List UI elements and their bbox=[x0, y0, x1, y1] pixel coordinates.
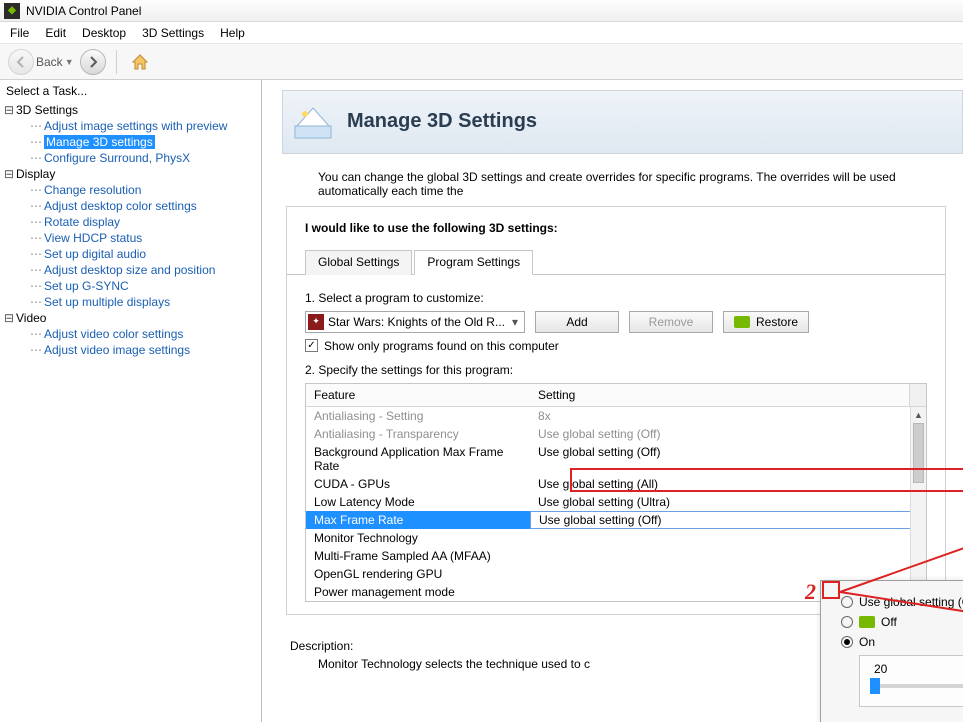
max-frame-rate-popup: Use global setting (Off) Off On 20 1000 … bbox=[820, 580, 963, 722]
scrollbar[interactable]: ▲ ▼ bbox=[910, 407, 926, 601]
table-row[interactable]: Multi-Frame Sampled AA (MFAA) bbox=[306, 547, 926, 565]
tree-link-adjust-desktop-color[interactable]: Adjust desktop color settings bbox=[44, 199, 197, 213]
step-1-label: 1. Select a program to customize: bbox=[305, 291, 927, 305]
app-icon: ◆ bbox=[4, 3, 20, 19]
table-row-max-frame-rate[interactable]: Max Frame Rate Use global setting (Off) … bbox=[306, 511, 926, 529]
tree-link-rotate-display[interactable]: Rotate display bbox=[44, 215, 120, 229]
page-header-icon bbox=[291, 102, 335, 142]
task-sidebar: Select a Task... ⊟3D Settings ⋯Adjust im… bbox=[0, 80, 262, 722]
home-button[interactable] bbox=[127, 49, 153, 75]
menubar: File Edit Desktop 3D Settings Help bbox=[0, 22, 963, 44]
program-select[interactable]: ✦ Star Wars: Knights of the Old R... ▾ bbox=[305, 311, 525, 333]
radio-on[interactable]: On bbox=[841, 635, 963, 649]
table-row[interactable]: Background Application Max Frame RateUse… bbox=[306, 443, 926, 475]
tree-link-digital-audio[interactable]: Set up digital audio bbox=[44, 247, 146, 261]
program-icon: ✦ bbox=[308, 314, 324, 330]
toolbar: Back ▼ bbox=[0, 44, 963, 80]
table-row[interactable]: Antialiasing - Setting8x bbox=[306, 407, 926, 425]
slider-min-label: 20 bbox=[874, 662, 887, 676]
menu-help[interactable]: Help bbox=[212, 24, 253, 42]
col-header-setting[interactable]: Setting bbox=[530, 384, 909, 406]
menu-file[interactable]: File bbox=[2, 24, 37, 42]
tree-link-gsync[interactable]: Set up G-SYNC bbox=[44, 279, 129, 293]
toolbar-separator bbox=[116, 50, 117, 74]
slider-thumb[interactable] bbox=[870, 678, 880, 694]
task-header: Select a Task... bbox=[0, 80, 261, 102]
step-2-label: 2. Specify the settings for this program… bbox=[305, 363, 927, 377]
table-row[interactable]: Low Latency ModeUse global setting (Ultr… bbox=[306, 493, 926, 511]
scroll-up-icon[interactable]: ▲ bbox=[911, 407, 926, 423]
titlebar: ◆ NVIDIA Control Panel bbox=[0, 0, 963, 22]
scroll-thumb[interactable] bbox=[913, 423, 924, 483]
tree-link-configure-surround[interactable]: Configure Surround, PhysX bbox=[44, 151, 190, 165]
forward-button[interactable] bbox=[80, 49, 106, 75]
remove-button[interactable]: Remove bbox=[629, 311, 713, 333]
menu-edit[interactable]: Edit bbox=[37, 24, 74, 42]
program-selected-text: Star Wars: Knights of the Old R... bbox=[328, 315, 508, 329]
tree-link-desktop-size-position[interactable]: Adjust desktop size and position bbox=[44, 263, 215, 277]
main-area: Manage 3D Settings You can change the gl… bbox=[262, 80, 963, 722]
back-button[interactable] bbox=[8, 49, 34, 75]
tree-expander-icon[interactable]: ⊟ bbox=[2, 167, 16, 181]
tree-link-hdcp-status[interactable]: View HDCP status bbox=[44, 231, 142, 245]
nvidia-logo-icon bbox=[859, 616, 875, 628]
menu-desktop[interactable]: Desktop bbox=[74, 24, 134, 42]
page-header: Manage 3D Settings bbox=[282, 90, 963, 154]
show-only-checkbox[interactable]: ✓ Show only programs found on this compu… bbox=[305, 339, 927, 353]
page-title: Manage 3D Settings bbox=[347, 110, 537, 133]
table-row[interactable]: Antialiasing - TransparencyUse global se… bbox=[306, 425, 926, 443]
window-title: NVIDIA Control Panel bbox=[26, 4, 141, 18]
col-header-feature[interactable]: Feature bbox=[306, 384, 530, 406]
panel-title: I would like to use the following 3D set… bbox=[287, 221, 945, 249]
tree-cat-display[interactable]: Display bbox=[16, 167, 55, 181]
settings-table: Feature Setting Antialiasing - Setting8x… bbox=[305, 383, 927, 602]
add-button[interactable]: Add bbox=[535, 311, 619, 333]
dropdown-caret-icon: ▾ bbox=[508, 315, 522, 329]
back-caret-icon[interactable]: ▼ bbox=[65, 57, 74, 67]
fps-slider-box: 20 1000 60 FPS bbox=[859, 655, 963, 707]
restore-label: Restore bbox=[756, 315, 798, 329]
tree-link-video-image[interactable]: Adjust video image settings bbox=[44, 343, 190, 357]
max-frame-rate-dropdown[interactable]: Use global setting (Off) ▾ bbox=[530, 511, 926, 529]
page-intro: You can change the global 3D settings an… bbox=[282, 154, 963, 206]
restore-button[interactable]: Restore bbox=[723, 311, 809, 333]
tab-global-settings[interactable]: Global Settings bbox=[305, 250, 412, 275]
tab-program-settings[interactable]: Program Settings bbox=[414, 250, 533, 275]
tree-expander-icon[interactable]: ⊟ bbox=[2, 311, 16, 325]
menu-3d-settings[interactable]: 3D Settings bbox=[134, 24, 212, 42]
fps-slider[interactable] bbox=[870, 684, 963, 688]
tree-cat-video[interactable]: Video bbox=[16, 311, 46, 325]
radio-off[interactable]: Off bbox=[841, 615, 963, 629]
settings-panel: I would like to use the following 3D set… bbox=[286, 206, 946, 615]
show-only-label: Show only programs found on this compute… bbox=[324, 339, 559, 353]
tree-link-change-resolution[interactable]: Change resolution bbox=[44, 183, 141, 197]
back-label: Back bbox=[36, 55, 63, 69]
radio-use-global[interactable]: Use global setting (Off) bbox=[841, 595, 963, 609]
table-row[interactable]: Monitor Technology bbox=[306, 529, 926, 547]
tree-expander-icon[interactable]: ⊟ bbox=[2, 103, 16, 117]
checkbox-icon: ✓ bbox=[305, 339, 318, 352]
tree-cat-3d-settings[interactable]: 3D Settings bbox=[16, 103, 78, 117]
tree-link-video-color[interactable]: Adjust video color settings bbox=[44, 327, 183, 341]
table-row[interactable]: CUDA - GPUsUse global setting (All) bbox=[306, 475, 926, 493]
tree-link-adjust-image-preview[interactable]: Adjust image settings with preview bbox=[44, 119, 227, 133]
nvidia-logo-icon bbox=[734, 316, 750, 328]
tree-link-manage-3d-settings[interactable]: Manage 3D settings bbox=[44, 135, 155, 149]
tree-link-multiple-displays[interactable]: Set up multiple displays bbox=[44, 295, 170, 309]
